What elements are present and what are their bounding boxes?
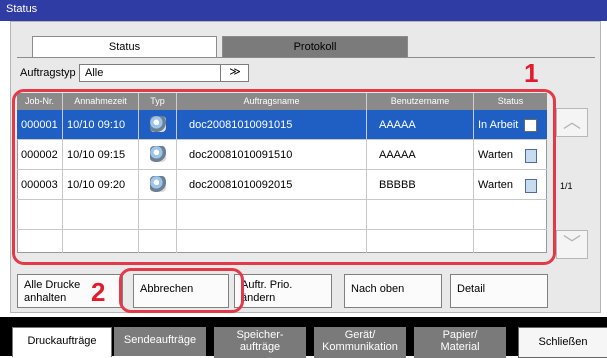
tab-protokoll[interactable]: Protokoll (222, 36, 408, 58)
chevron-down-icon: ≫ (229, 66, 241, 78)
tab-divider (17, 57, 595, 58)
tab-speicherauftraege[interactable]: Speicher- aufträge (214, 327, 306, 358)
tab-sendeauftraege[interactable]: Sendeaufträge (114, 327, 206, 356)
chevron-down-icon: ﹀ (563, 234, 581, 254)
callout-box-abbrechen (119, 268, 244, 313)
callout-box-table (12, 89, 556, 265)
nach-oben-button[interactable]: Nach oben (344, 274, 442, 308)
schliessen-button[interactable]: Schließen (518, 327, 607, 358)
auftr-prio-aendern-button[interactable]: Auftr. Prio. ändern (234, 274, 332, 308)
tab-status[interactable]: Status (32, 36, 217, 58)
tab-druckauftraege[interactable]: Druckaufträge (12, 327, 112, 357)
scroll-down-button[interactable]: ﹀ (556, 230, 588, 259)
tab-papier-material[interactable]: Papier/ Material (414, 327, 506, 358)
tab-geraet-kommunikation[interactable]: Gerät/ Kommunikation (314, 327, 406, 358)
window-title: Status (0, 0, 607, 21)
filter-label: Auftragstyp (20, 67, 76, 79)
callout-number-1: 1 (524, 58, 539, 88)
callout-number-2: 2 (91, 277, 106, 307)
detail-button[interactable]: Detail (450, 274, 548, 308)
page-indicator: 1/1 (560, 181, 573, 191)
scroll-up-button[interactable]: ︿ (556, 108, 588, 137)
alle-drucke-anhalten-button[interactable]: Alle Drucke anhalten (17, 274, 123, 308)
dropdown-button[interactable]: ≫ (220, 64, 249, 82)
chevron-up-icon: ︿ (563, 112, 581, 132)
auftragstyp-select-value: Alle (85, 67, 104, 79)
